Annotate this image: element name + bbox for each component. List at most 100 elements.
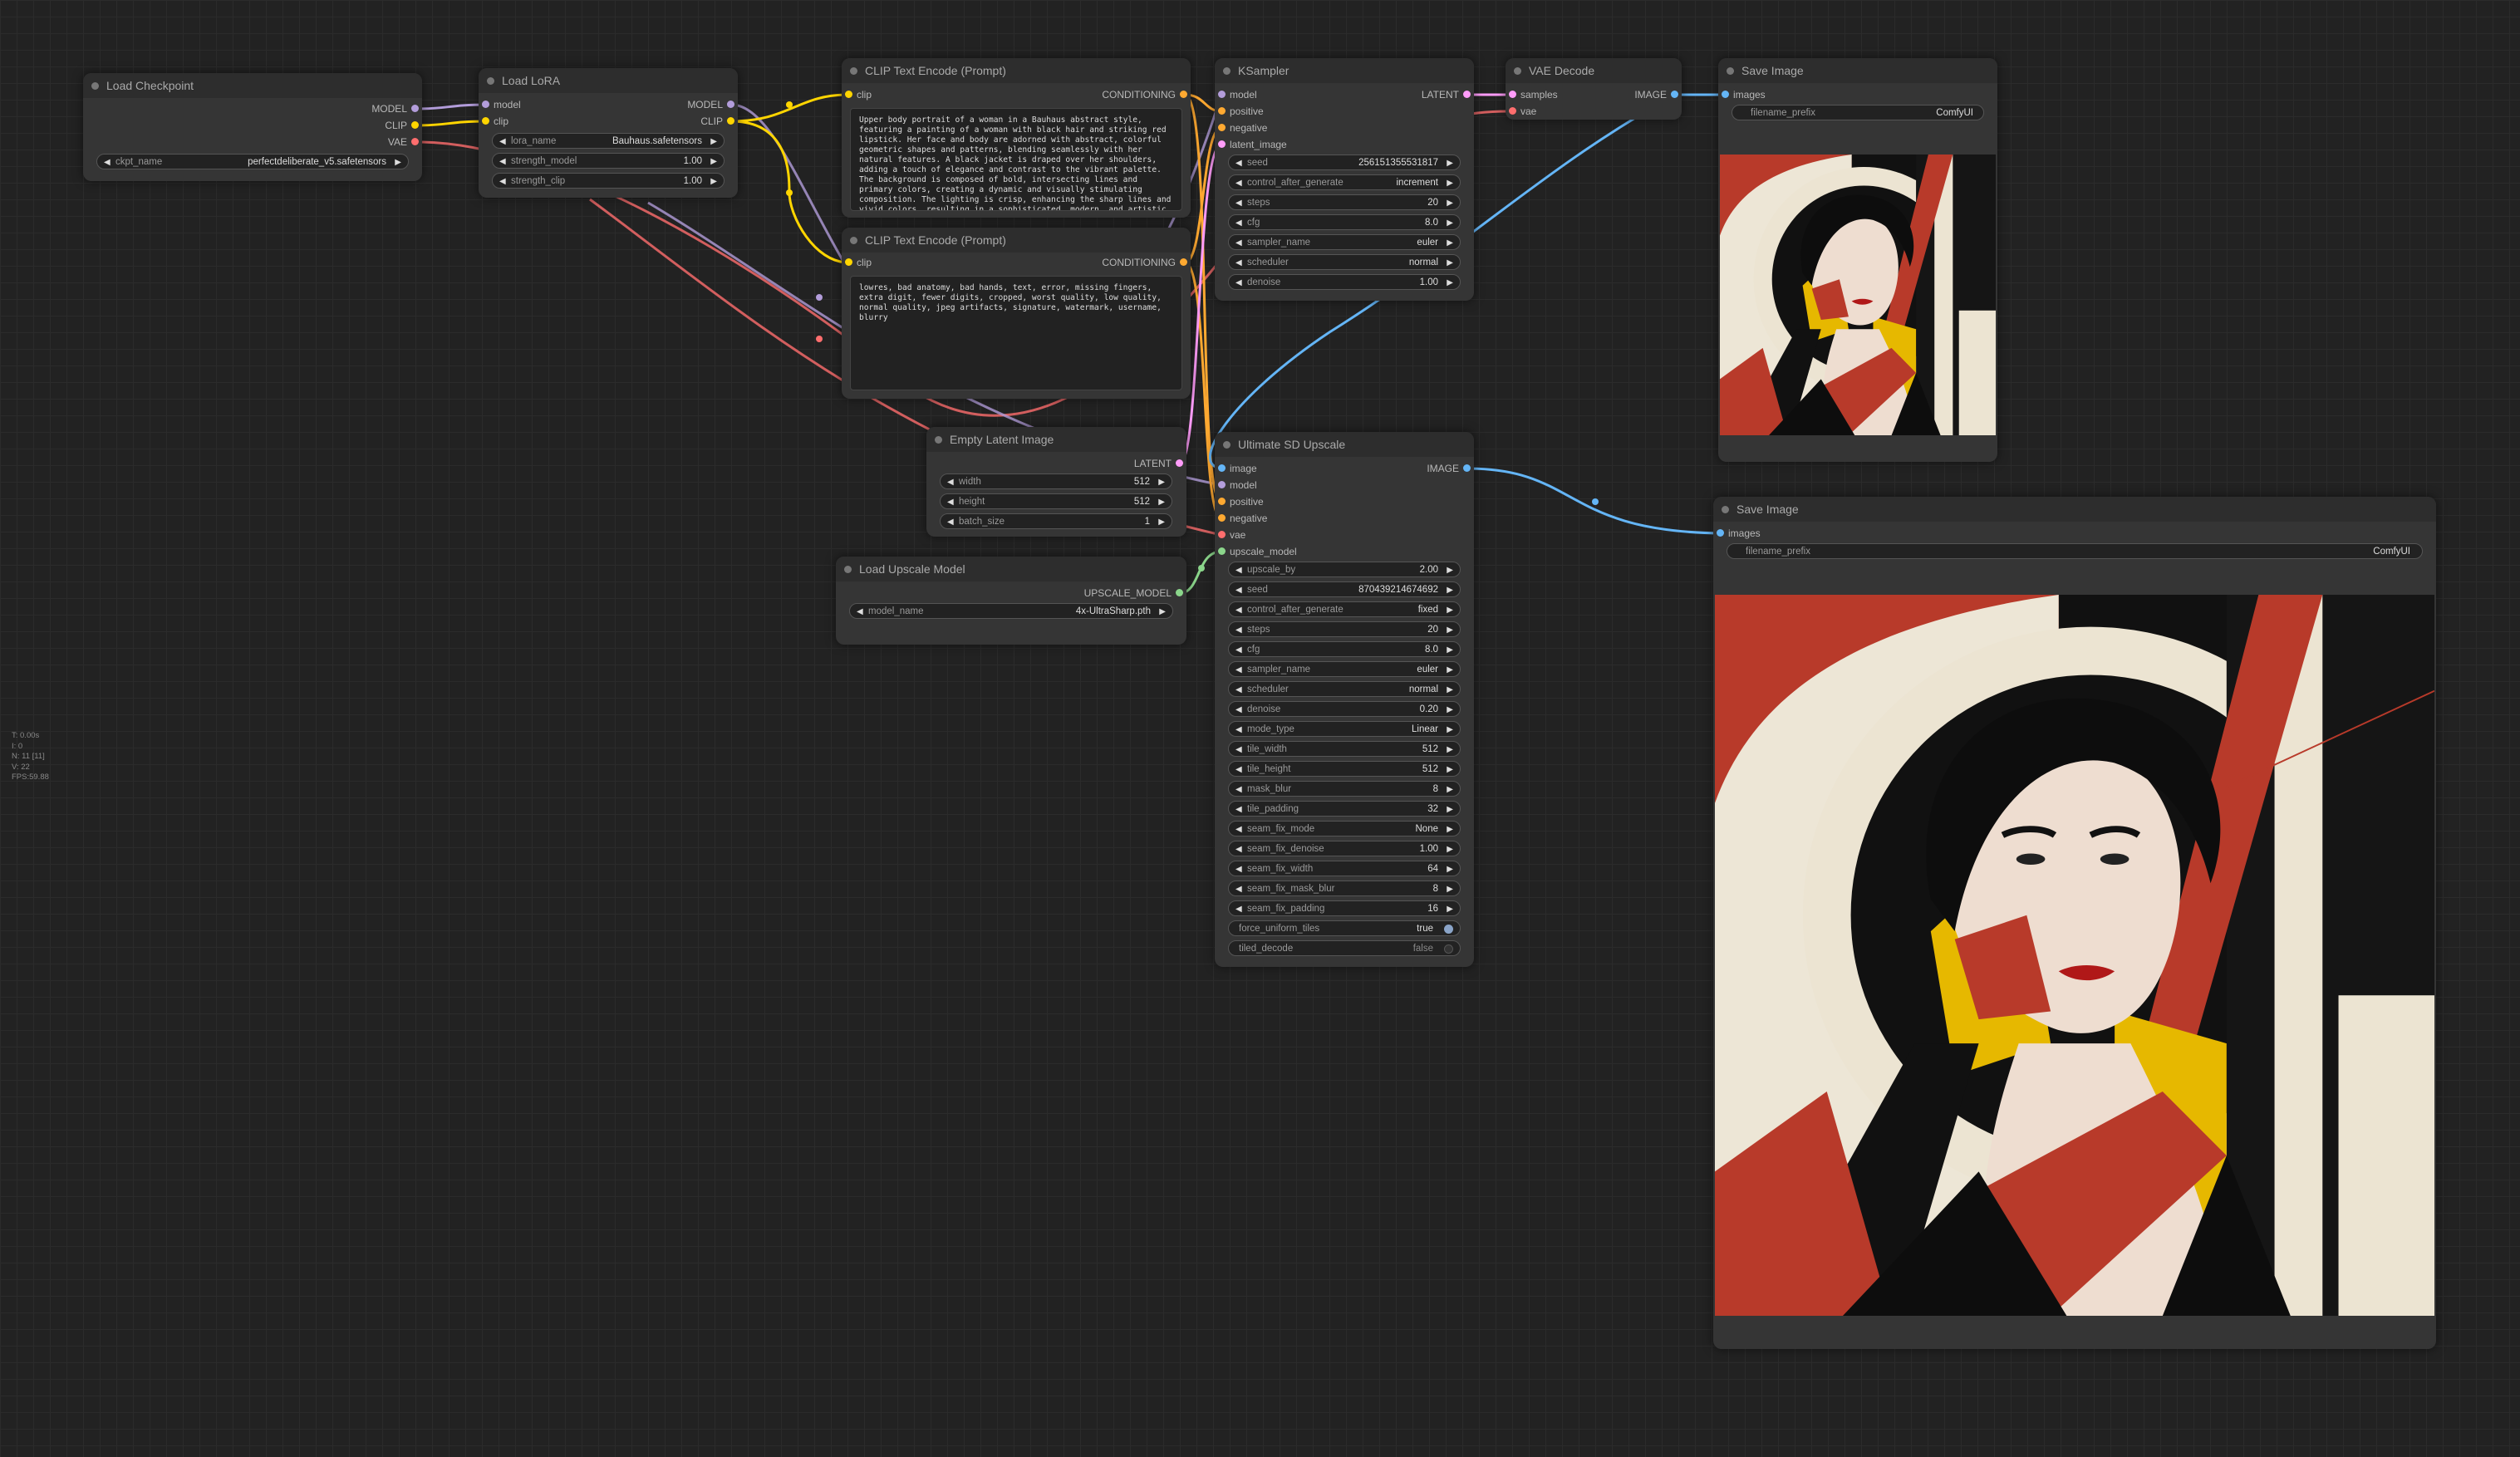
arrow-left-icon[interactable]: ◀ — [947, 494, 954, 510]
toggle-force-uniform-tiles[interactable]: force_uniform_tiles true — [1228, 920, 1461, 936]
arrow-right-icon[interactable]: ▶ — [1447, 622, 1453, 638]
widget-lora-name[interactable]: ◀ lora_name Bauhaus.safetensors ▶ — [492, 133, 725, 149]
widget-steps[interactable]: ◀ steps 20 ▶ — [1228, 621, 1461, 637]
arrow-right-icon[interactable]: ▶ — [1447, 255, 1453, 271]
node-title[interactable]: CLIP Text Encode (Prompt) — [842, 228, 1191, 253]
widget-seed[interactable]: ◀ seed 256151355531817 ▶ — [1228, 155, 1461, 170]
output-image[interactable]: IMAGE — [1334, 462, 1474, 475]
output-latent[interactable]: LATENT — [1334, 88, 1474, 101]
widget-seam-fix-mode[interactable]: ◀ seam_fix_mode None ▶ — [1228, 821, 1461, 836]
conditioning-dot-icon[interactable] — [1218, 514, 1226, 522]
conditioning-dot-icon[interactable] — [1180, 258, 1187, 266]
output-clip[interactable]: CLIP — [241, 119, 422, 132]
node-title[interactable]: Save Image — [1713, 497, 2436, 522]
node-save-image-2[interactable]: Save Image images filename_prefix ComfyUI — [1713, 497, 2436, 1349]
clip-dot-icon[interactable] — [482, 117, 489, 125]
arrow-right-icon[interactable]: ▶ — [1447, 802, 1453, 817]
arrow-left-icon[interactable]: ◀ — [1235, 582, 1242, 598]
arrow-right-icon[interactable]: ▶ — [1447, 642, 1453, 658]
arrow-left-icon[interactable]: ◀ — [1235, 762, 1242, 778]
image-dot-icon[interactable] — [1722, 91, 1729, 98]
node-clip-text-encode-positive[interactable]: CLIP Text Encode (Prompt) clip CONDITION… — [842, 58, 1191, 218]
node-clip-text-encode-negative[interactable]: CLIP Text Encode (Prompt) clip CONDITION… — [842, 228, 1191, 399]
node-ksampler[interactable]: KSampler model positive negative latent_… — [1215, 58, 1474, 301]
node-title[interactable]: Ultimate SD Upscale — [1215, 432, 1474, 457]
image-dot-icon[interactable] — [1463, 464, 1471, 472]
arrow-right-icon[interactable]: ▶ — [1447, 782, 1453, 797]
clip-dot-icon[interactable] — [845, 258, 852, 266]
widget-scheduler[interactable]: ◀ scheduler normal ▶ — [1228, 254, 1461, 270]
input-clip[interactable]: clip — [479, 115, 508, 128]
widget-steps[interactable]: ◀ steps 20 ▶ — [1228, 194, 1461, 210]
widget-mask-blur[interactable]: ◀ mask_blur 8 ▶ — [1228, 781, 1461, 797]
image-dot-icon[interactable] — [1671, 91, 1678, 98]
prompt-textarea[interactable]: Upper body portrait of a woman in a Bauh… — [850, 108, 1182, 211]
widget-upscale-by[interactable]: ◀ upscale_by 2.00 ▶ — [1228, 562, 1461, 577]
arrow-left-icon[interactable]: ◀ — [857, 604, 863, 620]
widget-ckpt-name[interactable]: ◀ ckpt_name perfectdeliberate_v5.safetenso… — [96, 154, 409, 169]
arrow-left-icon[interactable]: ◀ — [1235, 255, 1242, 271]
clip-dot-icon[interactable] — [727, 117, 734, 125]
widget-strength-clip[interactable]: ◀ strength_clip 1.00 ▶ — [492, 173, 725, 189]
generated-image-preview[interactable] — [1720, 155, 1996, 435]
arrow-right-icon[interactable]: ▶ — [1158, 474, 1165, 490]
collapse-dot-icon[interactable] — [1223, 441, 1231, 449]
widget-mode-type[interactable]: ◀ mode_type Linear ▶ — [1228, 721, 1461, 737]
node-title[interactable]: VAE Decode — [1506, 58, 1682, 83]
input-negative[interactable]: negative — [1215, 512, 1267, 525]
node-vae-decode[interactable]: VAE Decode samples vae IMAGE — [1506, 58, 1682, 120]
arrow-right-icon[interactable]: ▶ — [710, 154, 717, 169]
output-conditioning[interactable]: CONDITIONING — [1009, 88, 1191, 101]
upscaled-image-preview[interactable] — [1715, 595, 2434, 1316]
node-title[interactable]: Load Checkpoint — [83, 73, 422, 98]
collapse-dot-icon[interactable] — [844, 566, 852, 573]
arrow-right-icon[interactable]: ▶ — [710, 134, 717, 150]
arrow-left-icon[interactable]: ◀ — [1235, 602, 1242, 618]
conditioning-dot-icon[interactable] — [1218, 107, 1226, 115]
image-dot-icon[interactable] — [1717, 529, 1724, 537]
arrow-left-icon[interactable]: ◀ — [1235, 782, 1242, 797]
latent-dot-icon[interactable] — [1509, 91, 1516, 98]
arrow-left-icon[interactable]: ◀ — [1235, 562, 1242, 578]
model-dot-icon[interactable] — [1218, 91, 1226, 98]
arrow-left-icon[interactable]: ◀ — [1235, 642, 1242, 658]
input-vae[interactable]: vae — [1215, 528, 1245, 542]
toggle-tiled-decode[interactable]: tiled_decode false — [1228, 940, 1461, 956]
arrow-left-icon[interactable]: ◀ — [1235, 682, 1242, 698]
node-title[interactable]: CLIP Text Encode (Prompt) — [842, 58, 1191, 83]
arrow-left-icon[interactable]: ◀ — [499, 134, 506, 150]
model-dot-icon[interactable] — [1218, 481, 1226, 488]
widget-tile-height[interactable]: ◀ tile_height 512 ▶ — [1228, 761, 1461, 777]
model-dot-icon[interactable] — [727, 101, 734, 108]
arrow-left-icon[interactable]: ◀ — [1235, 901, 1242, 917]
output-upscale-model[interactable]: UPSCALE_MODEL — [1005, 586, 1186, 600]
toggle-on-icon[interactable] — [1444, 925, 1453, 934]
widget-tile-padding[interactable]: ◀ tile_padding 32 ▶ — [1228, 801, 1461, 817]
arrow-left-icon[interactable]: ◀ — [499, 154, 506, 169]
collapse-dot-icon[interactable] — [91, 82, 99, 90]
input-model[interactable]: model — [1215, 88, 1257, 101]
arrow-right-icon[interactable]: ▶ — [1447, 742, 1453, 758]
widget-sampler-name[interactable]: ◀ sampler_name euler ▶ — [1228, 234, 1461, 250]
input-positive[interactable]: positive — [1215, 495, 1264, 508]
latent-dot-icon[interactable] — [1463, 91, 1471, 98]
input-images[interactable]: images — [1718, 88, 1766, 101]
node-load-lora[interactable]: Load LoRA model clip MODEL CLIP ◀ lora_na… — [479, 68, 738, 198]
collapse-dot-icon[interactable] — [487, 77, 494, 85]
arrow-right-icon[interactable]: ▶ — [1447, 881, 1453, 897]
output-conditioning[interactable]: CONDITIONING — [1009, 256, 1191, 269]
widget-seam-fix-denoise[interactable]: ◀ seam_fix_denoise 1.00 ▶ — [1228, 841, 1461, 856]
input-samples[interactable]: samples — [1506, 88, 1558, 101]
widget-control-after-generate[interactable]: ◀ control_after_generate increment ▶ — [1228, 174, 1461, 190]
arrow-left-icon[interactable]: ◀ — [1235, 822, 1242, 837]
latent-dot-icon[interactable] — [1176, 459, 1183, 467]
collapse-dot-icon[interactable] — [850, 67, 857, 75]
arrow-left-icon[interactable]: ◀ — [947, 474, 954, 490]
widget-denoise[interactable]: ◀ denoise 0.20 ▶ — [1228, 701, 1461, 717]
widget-batch-size[interactable]: ◀ batch_size 1 ▶ — [940, 513, 1172, 529]
input-model[interactable]: model — [1215, 478, 1257, 492]
input-clip[interactable]: clip — [842, 256, 872, 269]
collapse-dot-icon[interactable] — [1722, 506, 1729, 513]
input-model[interactable]: model — [479, 98, 521, 111]
output-model[interactable]: MODEL — [241, 102, 422, 115]
